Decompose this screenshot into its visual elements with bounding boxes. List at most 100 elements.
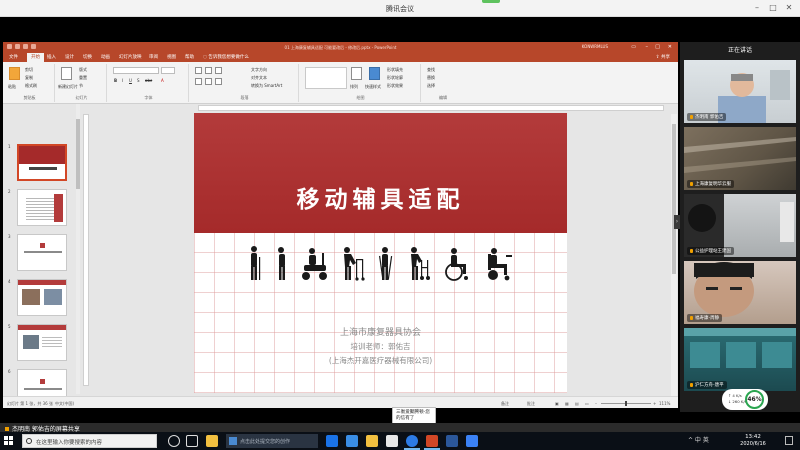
zoom-out-icon[interactable]: – (595, 401, 597, 406)
clock-time[interactable]: 13:42 (733, 434, 773, 440)
italic-icon[interactable]: I (122, 78, 123, 83)
shape-effects-button[interactable]: 形状效果 (387, 83, 403, 89)
shapes-gallery[interactable] (305, 67, 347, 89)
tab-slideshow[interactable]: 幻灯片放映 (119, 54, 142, 60)
reading-view-icon[interactable]: ▤ (575, 401, 579, 406)
paste-icon[interactable] (9, 67, 20, 80)
thumbnail-scrollbar[interactable] (76, 104, 80, 394)
tell-me-search[interactable]: ◌ 告诉我您想要做什么 (203, 54, 249, 60)
underline-icon[interactable]: U (129, 78, 132, 83)
quick-styles-icon[interactable] (369, 67, 380, 80)
tab-review[interactable]: 审阅 (149, 54, 158, 60)
section-button[interactable]: 节 (79, 83, 83, 89)
tab-insert[interactable]: 插入 (47, 54, 56, 60)
slide-thumbnail-2[interactable] (17, 189, 67, 226)
text-direction-button[interactable]: 文字方向 (251, 67, 267, 73)
normal-view-icon[interactable]: ▣ (555, 401, 559, 406)
editor-scrollbar[interactable] (671, 114, 677, 404)
slide-thumbnail-3[interactable] (17, 234, 67, 271)
minimize-icon[interactable]: – (752, 3, 762, 13)
slide-thumbnail-4[interactable] (17, 279, 67, 316)
font-family-select[interactable] (113, 67, 159, 74)
zoom-slider-knob[interactable] (625, 401, 627, 406)
ppt-minimize-icon[interactable]: – (646, 44, 649, 50)
new-slide-icon[interactable] (61, 67, 72, 80)
cortana-icon[interactable] (168, 435, 180, 447)
arrange-icon[interactable] (351, 67, 362, 80)
find-button[interactable]: 查找 (427, 67, 435, 73)
tab-design[interactable]: 设计 (65, 54, 74, 60)
slide-organization[interactable]: 上海市康复器具协会 (194, 325, 567, 338)
quick-styles-button[interactable]: 快速样式 (365, 84, 381, 90)
arrange-button[interactable]: 排列 (350, 84, 358, 90)
zoom-slider[interactable] (601, 401, 651, 406)
ppt-ribbon-display-icon[interactable]: ▭ (631, 44, 636, 50)
align-left-icon[interactable] (195, 78, 202, 85)
shape-fill-button[interactable]: 形状填充 (387, 67, 403, 73)
close-icon[interactable]: ✕ (784, 3, 794, 13)
chrome-icon[interactable] (386, 435, 398, 447)
maximize-icon[interactable]: □ (768, 3, 778, 13)
shape-outline-button[interactable]: 形状轮廓 (387, 75, 403, 81)
zoom-in-icon[interactable]: + (653, 401, 656, 406)
participant-video-tile[interactable]: 上海康复明华云服 (684, 127, 796, 190)
language-indicator[interactable]: 中文(中国) (55, 401, 74, 407)
zoom-level[interactable]: 111% (659, 401, 670, 406)
file-explorer-icon[interactable] (206, 435, 218, 447)
store-icon[interactable] (366, 435, 378, 447)
mail-icon[interactable] (346, 435, 358, 447)
network-monitor-widget[interactable]: ↑ 4 K/s ↓ 260 K/s 46% (722, 389, 768, 410)
format-painter-button[interactable]: 格式刷 (25, 83, 37, 89)
task-view-icon[interactable] (186, 435, 198, 447)
tab-file[interactable]: 文件 (9, 54, 18, 60)
align-right-icon[interactable] (215, 78, 222, 85)
windows-start-icon[interactable] (4, 436, 14, 446)
align-text-button[interactable]: 对齐文本 (251, 75, 267, 81)
ppt-maximize-icon[interactable]: □ (655, 44, 660, 50)
slideshow-view-icon[interactable]: ▭ (585, 401, 589, 406)
ppt-user-name[interactable]: KONWRMLUS (582, 44, 608, 49)
app-window-icon[interactable] (466, 435, 478, 447)
tab-animations[interactable]: 动画 (101, 54, 110, 60)
reset-button[interactable]: 重置 (79, 75, 87, 81)
notification-icon[interactable] (785, 436, 793, 445)
cut-button[interactable]: 剪切 (25, 67, 33, 73)
indent-icon[interactable] (215, 67, 222, 74)
powerpoint-icon[interactable] (426, 435, 438, 447)
participant-video-tile[interactable]: 沪仁方舟-唐平 (684, 328, 796, 391)
system-tray[interactable]: ^ 中 英 (688, 435, 709, 444)
participant-video-tile[interactable]: 福寿康-周静 (684, 261, 796, 324)
copy-button[interactable]: 复制 (25, 75, 33, 81)
tab-view[interactable]: 视图 (167, 54, 176, 60)
align-center-icon[interactable] (205, 78, 212, 85)
tab-help[interactable]: 帮助 (185, 54, 194, 60)
strikethrough-icon[interactable]: abc (145, 78, 152, 83)
word-icon[interactable] (446, 435, 458, 447)
tencent-meeting-icon[interactable] (406, 435, 418, 447)
font-color-icon[interactable]: A (161, 78, 164, 83)
tab-transitions[interactable]: 切换 (83, 54, 92, 60)
ppt-close-icon[interactable]: ✕ (668, 44, 672, 50)
shadow-icon[interactable]: S (137, 78, 140, 83)
smartart-button[interactable]: 转换为 SmartArt (251, 83, 282, 89)
bullets-icon[interactable] (195, 67, 202, 74)
share-button[interactable]: ⇪ 共享 (656, 54, 670, 60)
layout-button[interactable]: 版式 (79, 67, 87, 73)
clock-date[interactable]: 2020/6/16 (733, 441, 773, 447)
taskbar-search-box[interactable]: 在这里输入你要搜索的内容 (22, 434, 157, 448)
font-size-select[interactable] (161, 67, 175, 74)
numbering-icon[interactable] (205, 67, 212, 74)
notes-button[interactable]: 备注 (501, 401, 509, 407)
comments-button[interactable]: 批注 (527, 401, 535, 407)
bold-icon[interactable]: B (114, 78, 117, 83)
new-slide-button[interactable]: 新建幻灯片 (58, 84, 78, 90)
taskbar-app-input[interactable]: 点击此处提交您的创作 (226, 434, 318, 448)
select-button[interactable]: 选择 (427, 83, 435, 89)
slide-thumbnail-5[interactable] (17, 324, 67, 361)
slide-trainer[interactable]: 培训老师：郭佑吉 (194, 341, 567, 352)
participant-video-tile[interactable]: 公益护理站王建国 (684, 194, 796, 257)
paste-button[interactable]: 粘贴 (8, 84, 16, 90)
edge-icon[interactable] (326, 435, 338, 447)
slide-title[interactable]: 移动辅具适配 (194, 180, 567, 214)
slide-canvas[interactable]: 移动辅具适配 上海市康复器具协会 培训老师：郭佑吉 (上海杰开嘉医疗器械有限公司… (194, 113, 567, 393)
